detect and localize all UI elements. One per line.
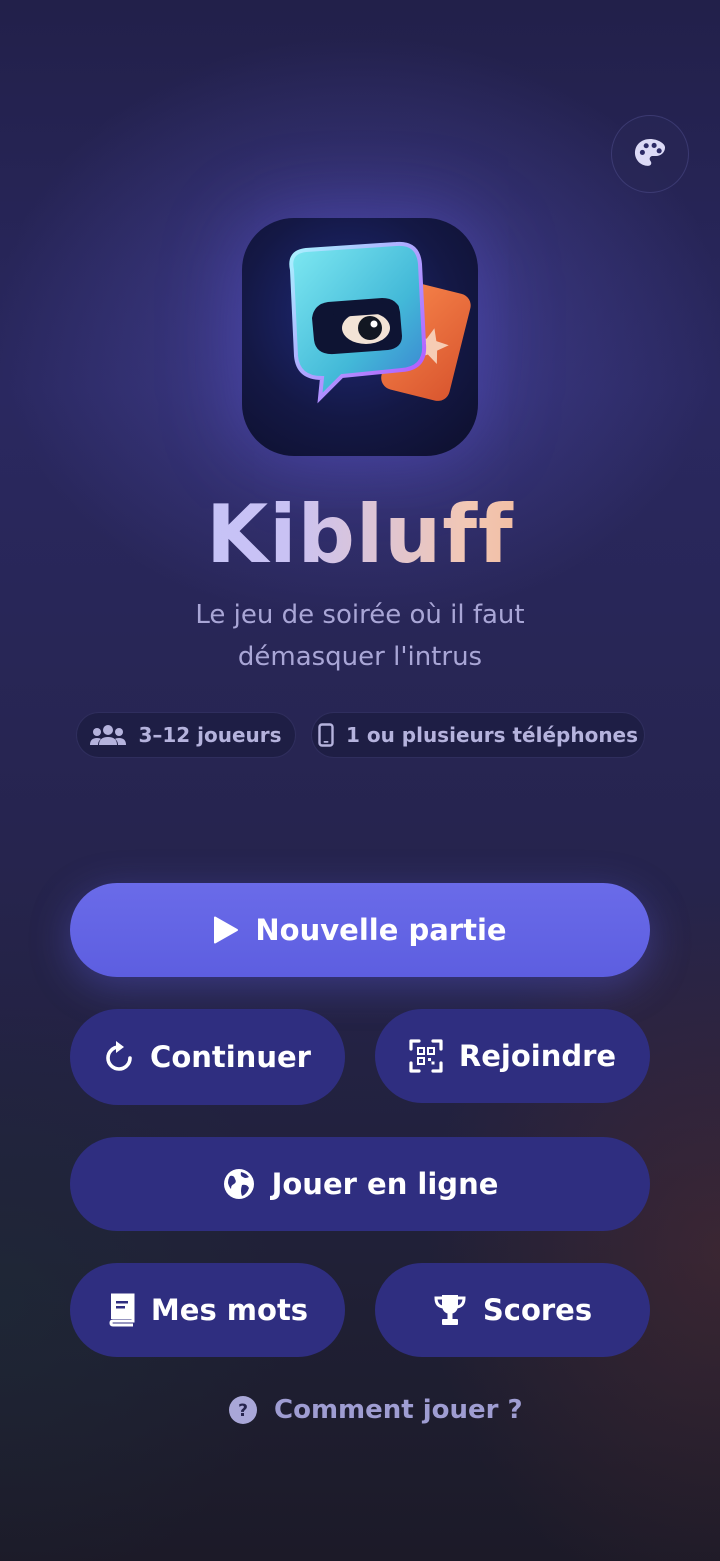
book-icon — [107, 1293, 135, 1327]
tagline-line-1: Le jeu de soirée où il faut — [195, 600, 525, 630]
players-chip: 3–12 joueurs — [76, 712, 296, 758]
tagline-line-2: démasquer l'intrus — [237, 642, 483, 672]
my-words-label: Mes mots — [150, 1293, 309, 1327]
how-to-play-link[interactable]: ? Comment jouer ? — [228, 1388, 523, 1432]
phone-icon — [318, 723, 334, 747]
play-online-label: Jouer en ligne — [271, 1167, 499, 1201]
how-to-play-label: Comment jouer ? — [274, 1395, 523, 1425]
continue-label: Continuer — [150, 1040, 311, 1074]
refresh-icon — [104, 1041, 134, 1073]
theme-button[interactable] — [611, 115, 689, 193]
scores-button[interactable]: Scores — [375, 1263, 650, 1357]
join-button[interactable]: Rejoindre — [375, 1009, 650, 1103]
new-game-label: Nouvelle partie — [255, 913, 507, 947]
players-chip-label: 3–12 joueurs — [138, 723, 282, 747]
palette-icon — [631, 135, 669, 173]
devices-chip-label: 1 ou plusieurs téléphones — [345, 723, 639, 747]
trophy-icon — [433, 1293, 467, 1327]
scores-label: Scores — [482, 1293, 593, 1327]
globe-icon — [222, 1167, 256, 1201]
play-icon — [213, 916, 239, 944]
play-online-button[interactable]: Jouer en ligne — [70, 1137, 650, 1231]
app-title: Kibluff — [0, 488, 720, 581]
group-icon — [90, 724, 127, 746]
tagline: Le jeu de soirée où il faut démasquer l'… — [110, 594, 610, 678]
join-label: Rejoindre — [458, 1039, 617, 1073]
app-logo — [242, 218, 478, 456]
my-words-button[interactable]: Mes mots — [70, 1263, 345, 1357]
continue-button[interactable]: Continuer — [70, 1009, 345, 1105]
devices-chip: 1 ou plusieurs téléphones — [311, 712, 645, 758]
svg-text:?: ? — [238, 1401, 248, 1421]
qr-scan-icon — [409, 1039, 443, 1073]
question-icon: ? — [228, 1395, 258, 1425]
new-game-button[interactable]: Nouvelle partie — [70, 883, 650, 977]
